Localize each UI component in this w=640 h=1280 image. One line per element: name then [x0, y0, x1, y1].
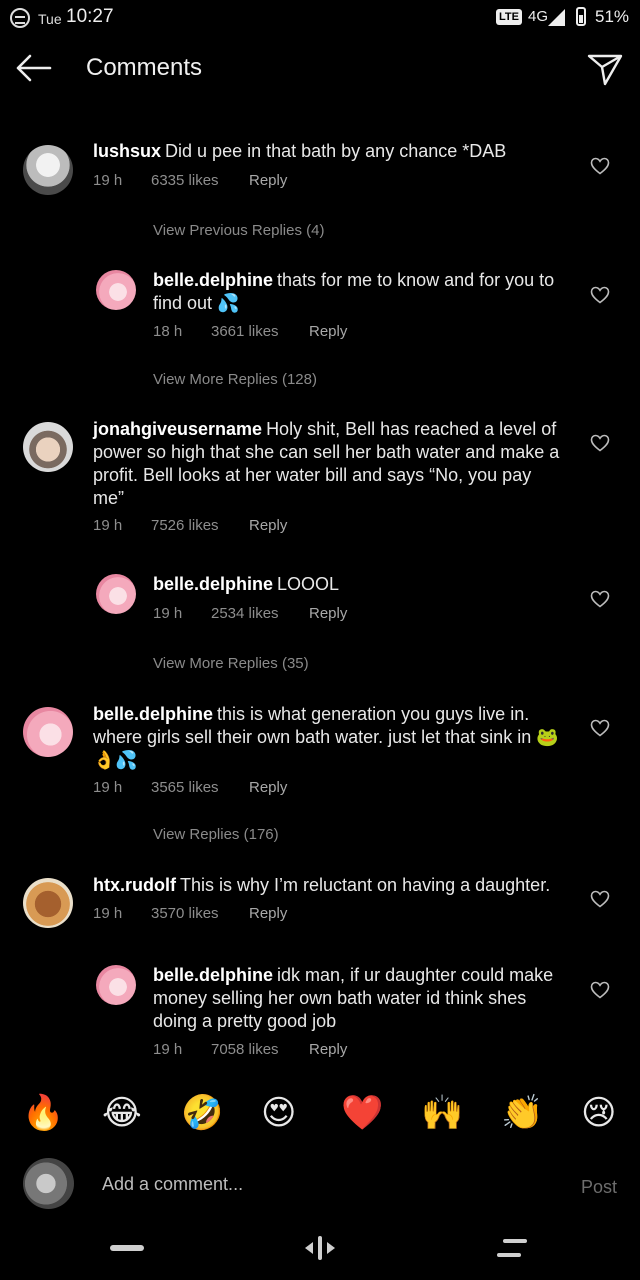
comment-body: htx.rudolf This is why I’m reluctant on h… — [93, 874, 573, 897]
paper-plane-icon — [587, 54, 623, 86]
comment-body: jonahgiveusername Holy shit, Bell has rea… — [93, 418, 563, 510]
comment-meta: 19 h 7526 likes Reply — [93, 517, 287, 534]
comment-text: LOOOL — [277, 574, 340, 594]
heart-outline-icon[interactable] — [590, 434, 610, 452]
reply-button[interactable]: Reply — [249, 779, 287, 796]
status-bar: Tue 10:27 LTE 4G 51% — [0, 0, 640, 36]
comment-likes[interactable]: 3565 likes — [151, 779, 249, 796]
avatar[interactable] — [96, 270, 136, 310]
emoji-fire-button[interactable]: 🔥 — [22, 1093, 64, 1133]
assistant-icon — [305, 1236, 335, 1260]
comment-time: 19 h — [93, 779, 123, 796]
current-user-avatar — [23, 1158, 74, 1209]
heart-outline-icon[interactable] — [590, 981, 610, 999]
heart-outline-icon[interactable] — [590, 590, 610, 608]
arrow-left-icon — [16, 54, 52, 82]
heart-outline-icon[interactable] — [590, 157, 610, 175]
heart-outline-icon[interactable] — [590, 890, 610, 908]
comment-username[interactable]: belle.delphine — [153, 574, 273, 594]
comment-likes[interactable]: 2534 likes — [211, 605, 309, 622]
lte-badge: LTE — [496, 9, 522, 25]
avatar[interactable] — [23, 878, 73, 928]
comment-body: belle.delphine idk man, if ur daughter co… — [153, 964, 573, 1033]
nav-home-button[interactable] — [110, 1245, 144, 1251]
oneplus-logo-icon — [10, 8, 30, 28]
comment-meta: 19 h 7058 likes Reply — [153, 1041, 347, 1058]
comment-text: This is why I’m reluctant on having a da… — [180, 875, 551, 895]
comment-meta: 19 h 3565 likes Reply — [93, 779, 287, 796]
comment-body: belle.delphine this is what generation yo… — [93, 703, 563, 772]
comment-meta: 19 h 2534 likes Reply — [153, 605, 347, 622]
emoji-cry-button[interactable]: 😢 — [581, 1093, 616, 1133]
back-button[interactable] — [14, 50, 54, 86]
comment-body: belle.delphine thats for me to know and f… — [153, 269, 573, 315]
nav-assistant-button[interactable] — [301, 1235, 339, 1261]
comment-meta: 18 h 3661 likes Reply — [153, 323, 347, 340]
comment-likes[interactable]: 7526 likes — [151, 517, 249, 534]
comment-username[interactable]: htx.rudolf — [93, 875, 176, 895]
comment-time: 19 h — [93, 517, 123, 534]
comment-time: 19 h — [153, 1041, 183, 1058]
comment-likes[interactable]: 7058 likes — [211, 1041, 309, 1058]
comment-text: Did u pee in that bath by any chance *DA… — [165, 141, 507, 161]
reply-button[interactable]: Reply — [309, 605, 347, 622]
reply-button[interactable]: Reply — [249, 905, 287, 922]
battery-percent: 51% — [595, 7, 630, 26]
emoji-raised-hands-button[interactable]: 🙌 — [421, 1093, 463, 1133]
avatar[interactable] — [23, 145, 73, 195]
reply-button[interactable]: Reply — [249, 172, 287, 189]
avatar[interactable] — [23, 422, 73, 472]
comment-username[interactable]: lushsux — [93, 141, 161, 161]
avatar[interactable] — [96, 965, 136, 1005]
page-title: Comments — [86, 54, 203, 81]
reply-button[interactable]: Reply — [249, 517, 287, 534]
status-time: 10:27 — [66, 6, 114, 27]
emoji-red-heart-button[interactable]: ❤️ — [341, 1093, 383, 1133]
recents-icon — [497, 1239, 527, 1257]
comment-username[interactable]: belle.delphine — [153, 965, 273, 985]
share-button[interactable] — [586, 50, 624, 88]
post-button[interactable]: Post — [581, 1177, 617, 1198]
comment-meta: 19 h 3570 likes Reply — [93, 905, 287, 922]
comment-time: 18 h — [153, 323, 183, 340]
comment-username[interactable]: jonahgiveusername — [93, 419, 262, 439]
comment-meta: 19 h 6335 likes Reply — [93, 172, 287, 189]
view-replies[interactable]: View Replies (176) — [153, 826, 279, 843]
comment-likes[interactable]: 6335 likes — [151, 172, 249, 189]
emoji-joy-button[interactable]: 😂 — [102, 1093, 142, 1133]
comment-body: lushsux Did u pee in that bath by any cha… — [93, 140, 573, 163]
comment-input[interactable]: Add a comment... — [102, 1174, 243, 1195]
comment-time: 19 h — [93, 172, 123, 189]
view-previous-replies[interactable]: View Previous Replies (4) — [153, 222, 324, 239]
heart-outline-icon[interactable] — [590, 719, 610, 737]
comment-time: 19 h — [93, 905, 123, 922]
nav-recents-button[interactable] — [495, 1234, 529, 1262]
emoji-heart-eyes-button[interactable]: 😍 — [261, 1093, 296, 1133]
signal-icon — [548, 9, 565, 26]
network-type: 4G — [528, 8, 549, 25]
avatar[interactable] — [23, 707, 73, 757]
avatar[interactable] — [96, 574, 136, 614]
view-more-replies[interactable]: View More Replies (128) — [153, 371, 317, 388]
status-day: Tue — [38, 11, 62, 27]
emoji-rofl-button[interactable]: 🤣 — [181, 1093, 223, 1133]
heart-outline-icon[interactable] — [590, 286, 610, 304]
view-more-replies[interactable]: View More Replies (35) — [153, 655, 309, 672]
comment-time: 19 h — [153, 605, 183, 622]
comment-username[interactable]: belle.delphine — [153, 270, 273, 290]
comment-likes[interactable]: 3661 likes — [211, 323, 309, 340]
comment-username[interactable]: belle.delphine — [93, 704, 213, 724]
reply-button[interactable]: Reply — [309, 323, 347, 340]
comment-likes[interactable]: 3570 likes — [151, 905, 249, 922]
emoji-clap-button[interactable]: 👏 — [501, 1093, 543, 1133]
reply-button[interactable]: Reply — [309, 1041, 347, 1058]
battery-icon — [576, 7, 586, 26]
comment-body: belle.delphine LOOOL — [153, 573, 573, 596]
